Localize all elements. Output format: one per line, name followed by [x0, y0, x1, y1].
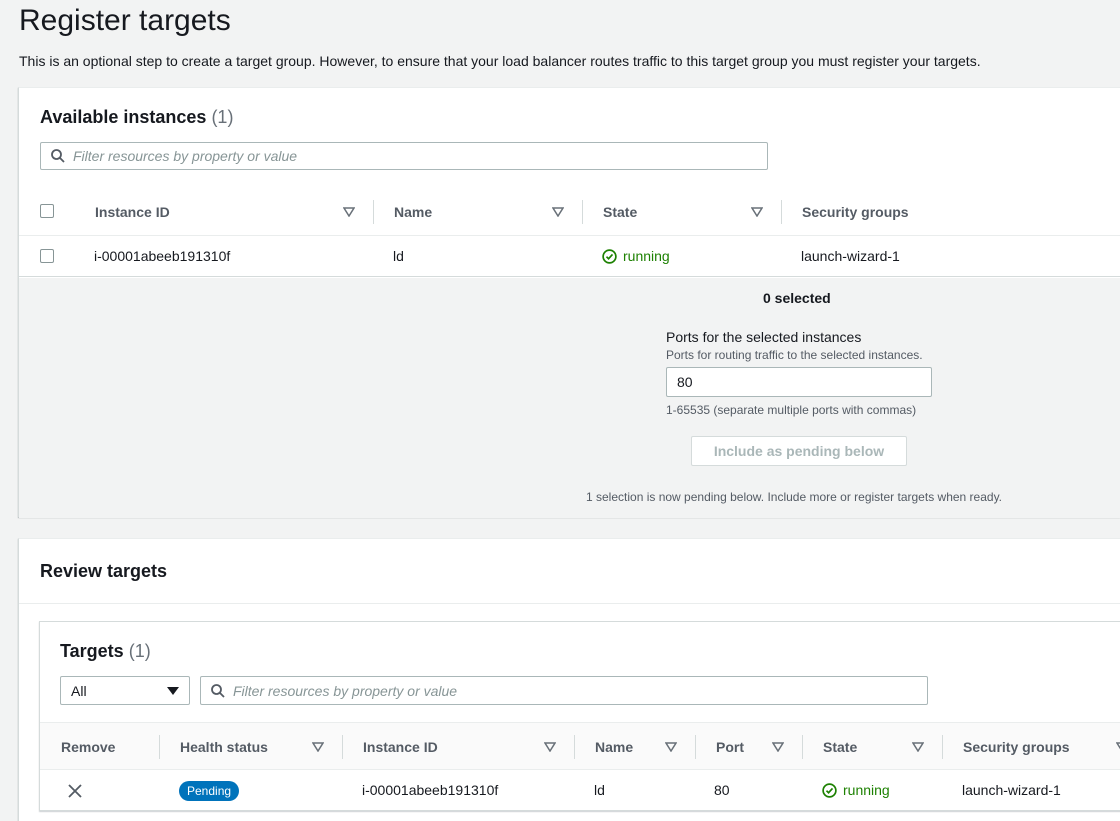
caret-down-icon — [167, 686, 179, 695]
available-instances-panel: Available instances (1) Filter resources… — [18, 87, 1120, 518]
column-header-instance-id[interactable]: Instance ID — [363, 739, 438, 755]
sort-icon[interactable] — [1116, 742, 1120, 752]
column-header-health-status[interactable]: Health status — [180, 739, 268, 755]
targets-title: Targets — [60, 641, 124, 661]
include-pending-button[interactable]: Include as pending below — [691, 436, 907, 466]
cell-name: ld — [594, 782, 605, 798]
filter-select-value: All — [71, 682, 87, 699]
column-header-security-groups[interactable]: Security groups — [963, 739, 1070, 755]
column-divider — [781, 200, 782, 224]
cell-port: 80 — [714, 782, 730, 798]
cell-instance-id: i-00001abeeb191310f — [94, 248, 231, 264]
sort-icon[interactable] — [772, 742, 784, 752]
sort-icon[interactable] — [544, 742, 556, 752]
column-header-security-groups[interactable]: Security groups — [802, 204, 909, 220]
divider — [19, 603, 1120, 604]
column-divider — [342, 735, 343, 759]
cell-security-groups: launch-wizard-1 — [962, 782, 1061, 798]
selection-section: 0 selected Ports for the selected instan… — [19, 278, 1120, 518]
targets-search-input[interactable]: Filter resources by property or value — [200, 676, 928, 705]
cell-instance-id: i-00001abeeb191310f — [362, 782, 499, 798]
ports-description: Ports for routing traffic to the selecte… — [666, 348, 923, 362]
column-divider — [373, 200, 374, 224]
targets-count: (1) — [128, 641, 151, 661]
review-targets-panel: Review targets Targets (1) All Filter re… — [18, 538, 1120, 821]
ports-hint: 1-65535 (separate multiple ports with co… — [666, 403, 917, 417]
available-instances-heading: Available instances (1) — [40, 107, 233, 128]
row-checkbox[interactable] — [40, 249, 54, 263]
cell-state: running — [602, 248, 670, 264]
column-header-port[interactable]: Port — [716, 739, 744, 755]
targets-heading: Targets (1) — [60, 641, 151, 662]
available-instances-count: (1) — [211, 107, 234, 127]
targets-container: Targets (1) All Filter resources by prop… — [39, 621, 1120, 811]
available-search-input[interactable]: Filter resources by property or value — [40, 142, 768, 170]
targets-table-header: Remove Health status Instance ID Name Po… — [40, 722, 1120, 770]
cell-state: running — [822, 782, 890, 798]
column-divider — [942, 735, 943, 759]
column-header-remove: Remove — [61, 739, 116, 755]
table-row[interactable]: i-00001abeeb191310f ld running launch-wi… — [19, 237, 1120, 277]
column-divider — [159, 735, 160, 759]
cell-security-groups: launch-wizard-1 — [801, 248, 900, 264]
ports-input-value: 80 — [677, 374, 693, 390]
search-icon — [211, 683, 225, 698]
sort-icon[interactable] — [751, 207, 763, 217]
check-circle-icon — [602, 248, 617, 264]
column-header-instance-id[interactable]: Instance ID — [95, 204, 170, 220]
column-header-state[interactable]: State — [603, 204, 637, 220]
sort-icon[interactable] — [312, 742, 324, 752]
sort-icon[interactable] — [665, 742, 677, 752]
ports-input[interactable]: 80 — [666, 367, 932, 397]
remove-icon[interactable] — [68, 784, 82, 798]
column-divider — [582, 200, 583, 224]
column-divider — [802, 735, 803, 759]
cell-name: ld — [393, 248, 404, 264]
sort-icon[interactable] — [552, 207, 564, 217]
sort-icon[interactable] — [343, 207, 355, 217]
review-targets-title: Review targets — [40, 561, 168, 581]
health-status-badge: Pending — [179, 781, 240, 801]
selected-count: 0 selected — [763, 290, 831, 306]
state-label: running — [843, 782, 890, 798]
select-all-checkbox[interactable] — [40, 204, 54, 218]
column-divider — [695, 735, 696, 759]
check-circle-icon — [822, 782, 837, 798]
filter-select[interactable]: All — [60, 676, 190, 705]
pending-note: 1 selection is now pending below. Includ… — [586, 490, 1003, 504]
page-title: Register targets — [19, 4, 231, 37]
column-header-name[interactable]: Name — [394, 204, 432, 220]
page-description: This is an optional step to create a tar… — [19, 53, 981, 69]
search-placeholder: Filter resources by property or value — [233, 682, 458, 699]
search-icon — [51, 149, 65, 163]
available-table-header: Instance ID Name State Security groups — [19, 188, 1120, 236]
sort-icon[interactable] — [912, 742, 924, 752]
column-divider — [574, 735, 575, 759]
column-header-name[interactable]: Name — [595, 739, 633, 755]
search-placeholder: Filter resources by property or value — [73, 148, 298, 164]
state-label: running — [623, 248, 670, 264]
available-instances-title: Available instances — [40, 107, 207, 127]
table-row[interactable]: Pending i-00001abeeb191310f ld 80 runnin… — [40, 771, 1120, 811]
ports-label: Ports for the selected instances — [666, 329, 862, 345]
column-header-state[interactable]: State — [823, 739, 857, 755]
